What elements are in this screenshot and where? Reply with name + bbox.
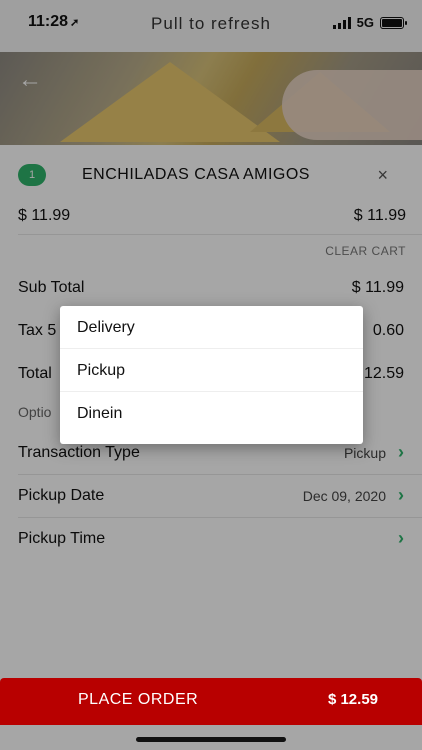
option-dinein[interactable]: Dinein [60, 392, 363, 435]
home-indicator [136, 737, 286, 742]
place-order-label: PLACE ORDER [78, 691, 199, 708]
option-delivery[interactable]: Delivery [60, 306, 363, 349]
option-pickup[interactable]: Pickup [60, 349, 363, 392]
place-order-button[interactable]: PLACE ORDER $ 12.59 [0, 678, 422, 725]
order-total: $ 12.59 [327, 691, 378, 708]
transaction-type-picker: Delivery Pickup Dinein [60, 306, 363, 444]
